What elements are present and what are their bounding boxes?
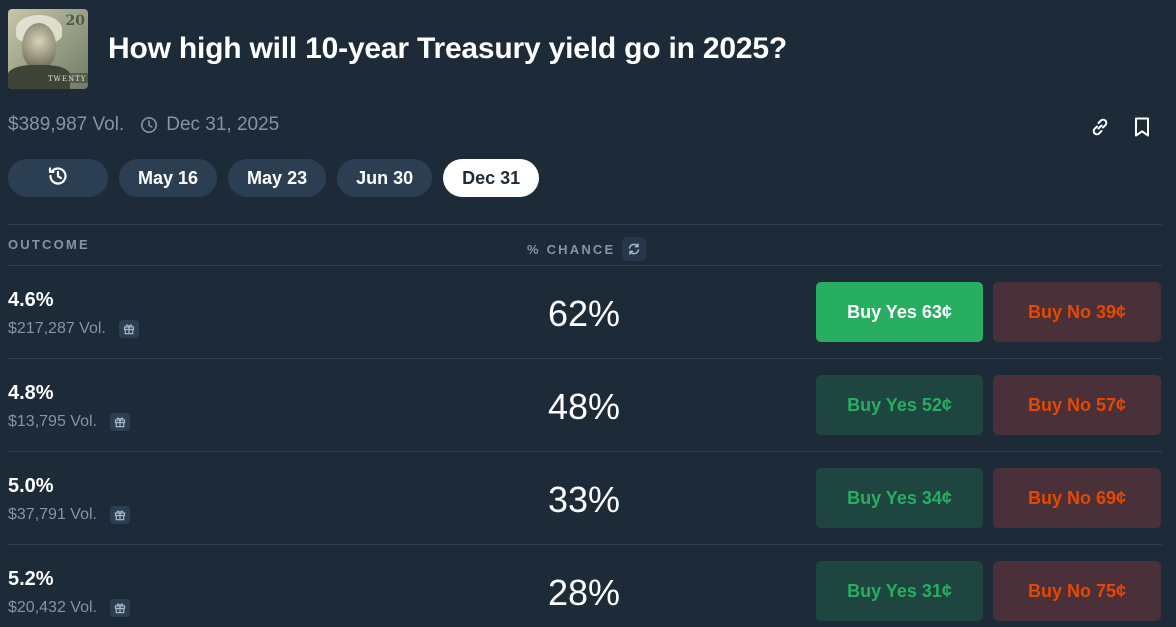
outcome-row: 4.8% $13,795 Vol. 48% Buy Yes 52¢ Buy No…: [8, 359, 1162, 452]
outcome-volume: $13,795 Vol.: [8, 413, 130, 431]
outcome-volume-text: $37,791 Vol.: [8, 506, 97, 523]
banknote-text: TWENTY: [48, 75, 87, 83]
outcome-label: 5.0%: [8, 475, 54, 497]
gift-icon[interactable]: [109, 413, 130, 431]
buy-no-button[interactable]: Buy No 39¢: [993, 282, 1161, 342]
bookmark-icon[interactable]: [1130, 115, 1154, 139]
tab-may-23[interactable]: May 23: [228, 159, 327, 197]
outcome-label: 5.2%: [8, 568, 54, 590]
buy-yes-button[interactable]: Buy Yes 34¢: [816, 468, 983, 528]
market-volume: $389,987 Vol.: [8, 114, 125, 135]
link-icon[interactable]: [1088, 115, 1112, 139]
divider: [8, 224, 1162, 225]
history-tab[interactable]: [8, 159, 108, 197]
buy-yes-button[interactable]: Buy Yes 63¢: [816, 282, 983, 342]
tab-jun-30[interactable]: Jun 30: [337, 159, 433, 197]
outcome-volume: $37,791 Vol.: [8, 506, 130, 524]
gift-icon[interactable]: [109, 599, 130, 617]
outcome-volume-text: $20,432 Vol.: [8, 599, 97, 616]
clock-icon: [140, 116, 158, 134]
refresh-icon[interactable]: [622, 237, 647, 261]
market-thumbnail: TWENTY 20: [8, 9, 88, 89]
outcome-row: 4.6% $217,287 Vol. 62% Buy Yes 63¢ Buy N…: [8, 266, 1162, 359]
buy-yes-button[interactable]: Buy Yes 52¢: [816, 375, 983, 435]
gift-icon[interactable]: [109, 506, 130, 524]
market-end-date: Dec 31, 2025: [166, 114, 280, 135]
buy-no-button[interactable]: Buy No 57¢: [993, 375, 1161, 435]
chance-header-label: % CHANCE: [527, 241, 616, 257]
banknote-number: 20: [65, 13, 85, 29]
outcome-volume-text: $13,795 Vol.: [8, 413, 97, 430]
market-header: TWENTY 20 How high will 10-year Treasury…: [8, 9, 787, 89]
outcome-volume: $217,287 Vol.: [8, 320, 139, 338]
market-meta: $389,987 Vol. Dec 31, 2025: [8, 114, 279, 136]
outcome-chance: 62%: [547, 293, 621, 334]
buy-no-button[interactable]: Buy No 69¢: [993, 468, 1161, 528]
gift-icon[interactable]: [118, 320, 139, 338]
outcome-chance: 33%: [547, 479, 621, 520]
outcome-column-header: OUTCOME: [8, 237, 90, 252]
outcome-volume: $20,432 Vol.: [8, 599, 130, 617]
buy-no-button[interactable]: Buy No 75¢: [993, 561, 1161, 621]
outcome-chance: 28%: [547, 572, 621, 613]
outcome-label: 4.6%: [8, 289, 54, 311]
buy-yes-button[interactable]: Buy Yes 31¢: [816, 561, 983, 621]
outcome-label: 4.8%: [8, 382, 54, 404]
outcome-row: 5.0% $37,791 Vol. 33% Buy Yes 34¢ Buy No…: [8, 452, 1162, 545]
portrait-face: [22, 23, 56, 69]
market-actions: [1088, 115, 1154, 139]
page-title: How high will 10-year Treasury yield go …: [108, 32, 787, 65]
date-tabs: May 16 May 23 Jun 30 Dec 31: [8, 159, 540, 197]
chance-column-header: % CHANCE: [527, 237, 647, 261]
tab-dec-31[interactable]: Dec 31: [443, 159, 540, 197]
history-icon: [46, 164, 70, 193]
outcome-chance: 48%: [547, 386, 621, 427]
outcome-volume-text: $217,287 Vol.: [8, 320, 106, 337]
tab-may-16[interactable]: May 16: [119, 159, 218, 197]
outcome-row: 5.2% $20,432 Vol. 28% Buy Yes 31¢ Buy No…: [8, 545, 1162, 627]
